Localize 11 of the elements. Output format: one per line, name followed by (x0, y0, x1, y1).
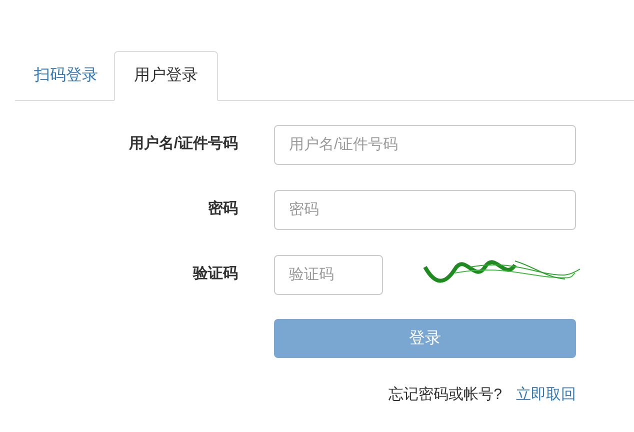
recover-link[interactable]: 立即取回 (516, 384, 576, 406)
forgot-text: 忘记密码或帐号? (388, 385, 502, 405)
username-field[interactable]: 用户名/证件号码 (274, 124, 576, 164)
password-field[interactable]: 密码 (274, 190, 576, 230)
tab[interactable]: 扫码登录 (20, 51, 112, 100)
field-label: 验证码 (192, 264, 238, 284)
captcha-field[interactable]: 验证码 (274, 254, 383, 294)
field-label: 用户名/证件号码 (128, 134, 238, 154)
login-button[interactable]: 登录 (274, 319, 576, 358)
field-label: 密码 (207, 199, 238, 220)
tab[interactable]: 用户登录 (114, 51, 218, 101)
